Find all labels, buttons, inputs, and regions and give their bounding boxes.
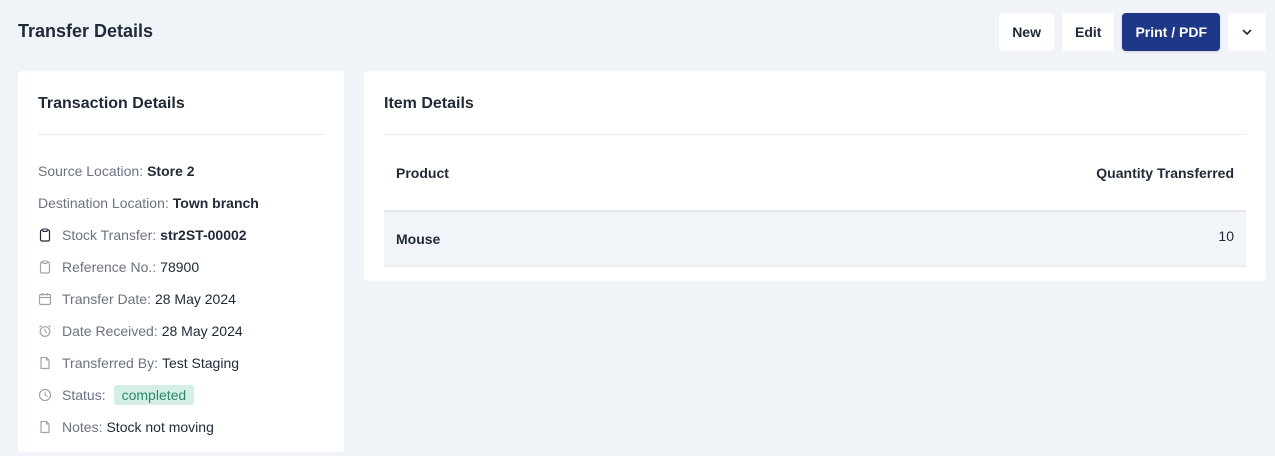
clipboard-icon bbox=[38, 228, 52, 242]
detail-value: 28 May 2024 bbox=[154, 291, 236, 307]
detail-label: Destination Location: bbox=[38, 195, 169, 211]
detail-label: Transfer Date: bbox=[62, 291, 151, 307]
transfer-date-row: Transfer Date: 28 May 2024 bbox=[38, 283, 324, 315]
detail-label: Notes: bbox=[62, 419, 103, 435]
notes-row: Notes: Stock not moving bbox=[38, 411, 324, 443]
item-details-title: Item Details bbox=[384, 95, 474, 112]
detail-value: 78900 bbox=[160, 259, 200, 275]
item-details-card: Item Details Product Quantity Transferre… bbox=[364, 71, 1266, 281]
transferred-by-row: Transferred By: Test Staging bbox=[38, 347, 324, 379]
new-button[interactable]: New bbox=[999, 13, 1054, 51]
clock-icon bbox=[38, 388, 52, 402]
detail-value: Stock not moving bbox=[106, 419, 214, 435]
detail-value: 28 May 2024 bbox=[161, 323, 243, 339]
item-table: Product Quantity Transferred Mouse 10 bbox=[384, 135, 1246, 267]
print-pdf-button[interactable]: Print / PDF bbox=[1122, 13, 1220, 51]
detail-label: Transferred By: bbox=[62, 355, 158, 371]
divider bbox=[38, 134, 324, 135]
edit-button[interactable]: Edit bbox=[1061, 13, 1115, 51]
alarm-clock-icon bbox=[38, 324, 52, 338]
transaction-details-title: Transaction Details bbox=[38, 95, 185, 112]
column-header-product: Product bbox=[396, 164, 449, 181]
status-row: Status: completed bbox=[38, 379, 324, 411]
reference-no-row: Reference No.: 78900 bbox=[38, 251, 324, 283]
detail-label: Source Location: bbox=[38, 163, 144, 179]
detail-value: Town branch bbox=[172, 195, 259, 211]
file-icon bbox=[38, 420, 52, 434]
source-location-row: Source Location: Store 2 bbox=[38, 155, 324, 187]
file-icon bbox=[38, 356, 52, 370]
status-badge: completed bbox=[113, 385, 195, 405]
chevron-down-icon bbox=[1242, 29, 1252, 35]
transaction-details-card: Transaction Details Source Location: Sto… bbox=[18, 71, 344, 452]
calendar-icon bbox=[38, 292, 52, 306]
detail-value: Store 2 bbox=[147, 163, 195, 179]
detail-label: Stock Transfer: bbox=[62, 227, 157, 243]
detail-value: str2ST-00002 bbox=[160, 227, 247, 243]
date-received-row: Date Received: 28 May 2024 bbox=[38, 315, 324, 347]
detail-label: Status: bbox=[62, 387, 106, 403]
detail-value: Test Staging bbox=[161, 355, 240, 371]
product-cell: Mouse bbox=[396, 231, 441, 247]
more-actions-button[interactable] bbox=[1228, 13, 1266, 51]
quantity-cell: 10 bbox=[1218, 228, 1234, 244]
clipboard-icon bbox=[38, 260, 52, 274]
stock-transfer-row: Stock Transfer: str2ST-00002 bbox=[38, 219, 324, 251]
table-header: Product Quantity Transferred bbox=[384, 135, 1246, 212]
destination-location-row: Destination Location: Town branch bbox=[38, 187, 324, 219]
header-toolbar: New Edit Print / PDF bbox=[999, 13, 1266, 51]
detail-label: Date Received: bbox=[62, 323, 158, 339]
transaction-detail-list: Source Location: Store 2 Destination Loc… bbox=[38, 155, 324, 443]
column-header-quantity: Quantity Transferred bbox=[1096, 164, 1234, 181]
page-title: Transfer Details bbox=[18, 21, 154, 41]
table-row: Mouse 10 bbox=[384, 212, 1246, 267]
detail-label: Reference No.: bbox=[62, 259, 157, 275]
